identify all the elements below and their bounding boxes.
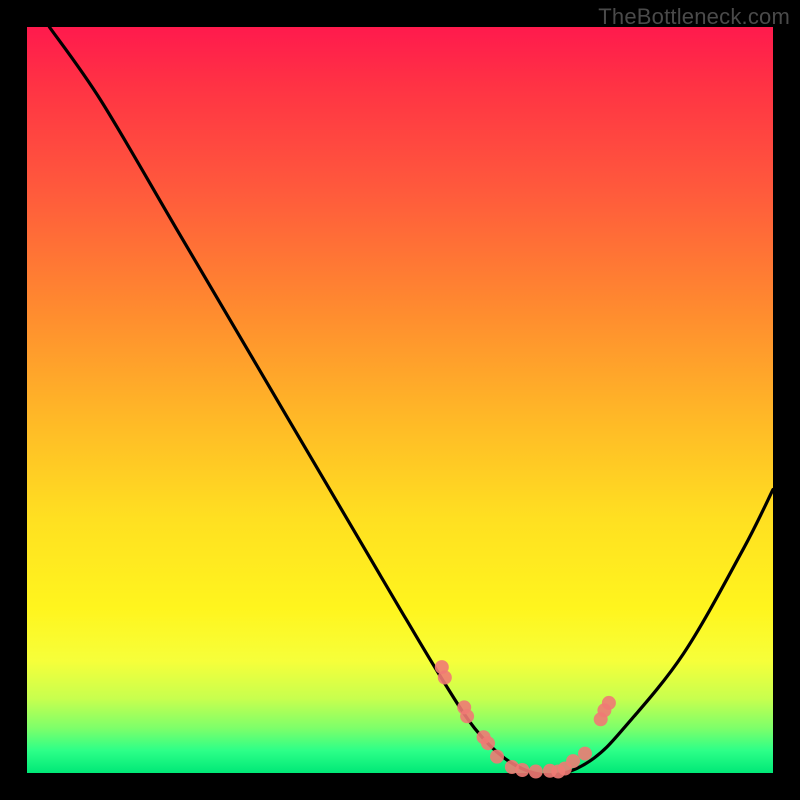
marker-dot [578, 747, 592, 761]
marker-dot [515, 763, 529, 777]
chart-svg [27, 27, 773, 773]
marker-dot [602, 696, 616, 710]
marker-dot [481, 736, 495, 750]
curve-layer [49, 27, 773, 775]
marker-dot [490, 750, 504, 764]
marker-dot [460, 709, 474, 723]
marker-dot [529, 765, 543, 779]
marker-dot [438, 671, 452, 685]
bottleneck-curve [49, 27, 773, 775]
marker-dot [566, 754, 580, 768]
outer-frame: TheBottleneck.com [0, 0, 800, 800]
